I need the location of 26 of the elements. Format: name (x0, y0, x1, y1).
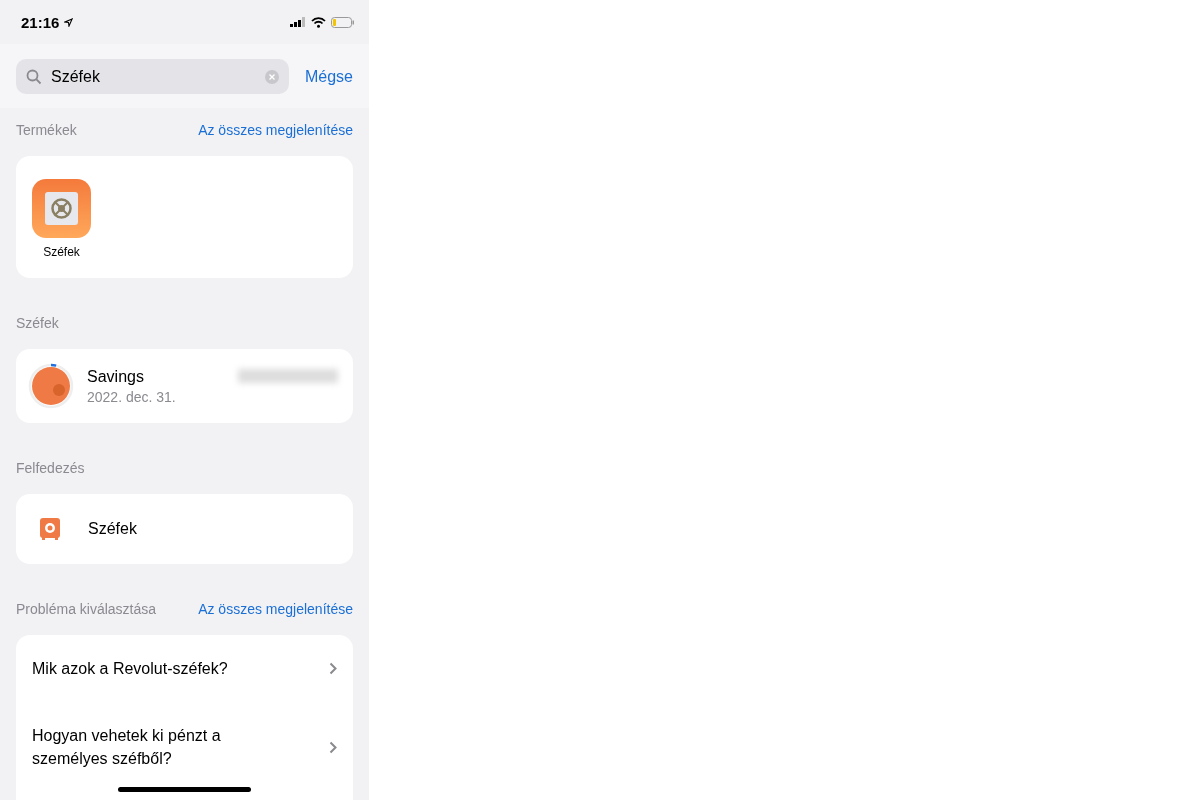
show-all-link[interactable]: Az összes megjelenítése (198, 601, 353, 617)
vault-card[interactable]: Savings 2022. dec. 31. (16, 349, 353, 423)
safe-app-icon[interactable] (32, 179, 91, 238)
vault-name: Savings (87, 367, 145, 386)
cancel-button[interactable]: Mégse (304, 67, 353, 86)
product-label: Széfek (43, 245, 80, 259)
status-time: 21:16 (21, 13, 60, 31)
vault-date: 2022. dec. 31. (87, 388, 177, 405)
search-field[interactable]: Széfek (16, 59, 289, 94)
section-heading: Felfedezés (16, 460, 85, 476)
chevron-right-icon (329, 740, 337, 754)
section-heading: Probléma kiválasztása (16, 601, 157, 617)
signal-icon (290, 17, 306, 27)
search-icon (26, 69, 42, 85)
problem-item[interactable]: Mik azok a Revolut-széfek? (32, 635, 337, 706)
vault-progress-ring (26, 361, 76, 411)
problem-item[interactable]: Hogyan vehetek ki pénzt a személyes széfből? (32, 706, 337, 788)
safe-icon (40, 518, 60, 540)
discover-item[interactable]: Széfek (16, 494, 353, 564)
location-arrow-icon (64, 17, 74, 27)
section-heading: Széfek (16, 315, 59, 331)
show-all-link[interactable]: Az összes megjelenítése (198, 122, 353, 138)
wifi-icon (311, 16, 326, 28)
chevron-right-icon (329, 662, 337, 675)
section-heading: Termékek (16, 122, 77, 138)
battery-icon (331, 16, 354, 28)
